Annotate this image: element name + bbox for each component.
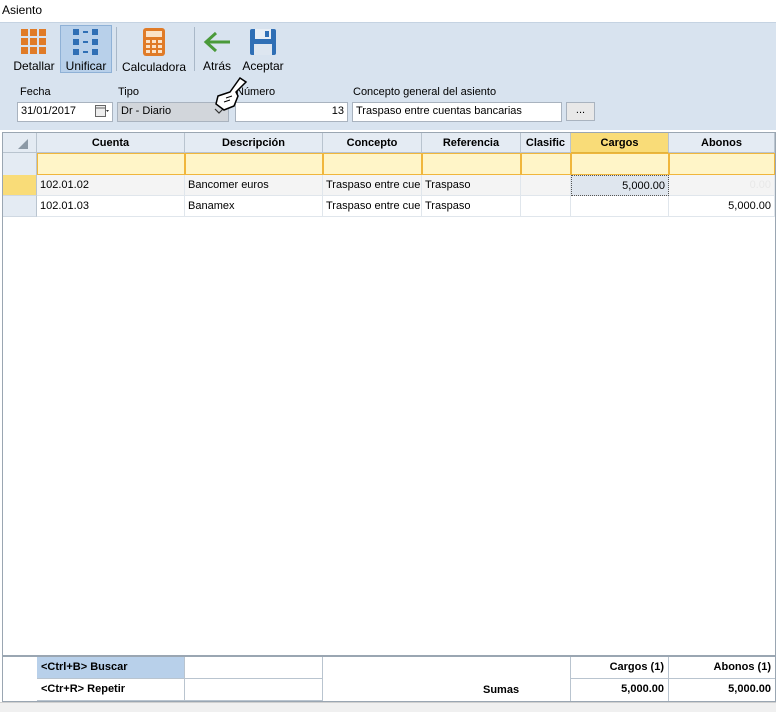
header-form: Fecha 31/01/2017 Tipo Dr - Diario Número… <box>0 74 776 130</box>
cell-descripcion[interactable]: Banamex <box>185 196 323 217</box>
row-selector[interactable] <box>3 196 37 217</box>
tipo-label: Tipo <box>118 86 139 98</box>
cell-clasific[interactable] <box>521 175 571 196</box>
sumas-area: Sumas <box>323 657 571 701</box>
col-abonos[interactable]: Abonos <box>669 133 775 153</box>
filter-cargos[interactable] <box>571 153 669 175</box>
calculadora-button[interactable]: Calculadora <box>120 25 188 74</box>
aceptar-label: Aceptar <box>242 59 284 73</box>
abonos-total: 5,000.00 <box>728 683 771 695</box>
abonos-total-header: Abonos (1) <box>669 657 775 679</box>
sumas-label: Sumas <box>483 684 520 696</box>
concepto-label: Concepto general del asiento <box>353 86 497 98</box>
save-disk-icon <box>248 27 278 56</box>
cargos-total: 5,000.00 <box>571 679 669 701</box>
col-descripcion[interactable]: Descripción <box>185 133 323 153</box>
cell-cuenta[interactable]: 102.01.03 <box>37 196 185 217</box>
toolbar: Detallar Unificar Calculadora Atrás Acep… <box>0 22 776 74</box>
cell-clasific[interactable] <box>521 196 571 217</box>
calculadora-label: Calculadora <box>121 60 187 74</box>
filter-cuenta[interactable] <box>37 153 185 175</box>
tipo-value: Dr - Diario <box>121 105 172 117</box>
col-referencia[interactable]: Referencia <box>422 133 521 153</box>
unificar-label: Unificar <box>65 59 107 73</box>
col-cuenta[interactable]: Cuenta <box>37 133 185 153</box>
col-concepto[interactable]: Concepto <box>323 133 422 153</box>
col-clasific[interactable]: Clasific <box>521 133 571 153</box>
cargos-total-header: Cargos (1) <box>571 657 669 679</box>
detallar-button[interactable]: Detallar <box>10 25 58 73</box>
fecha-field[interactable]: 31/01/2017 <box>17 102 113 122</box>
row-header-corner[interactable] <box>3 133 37 153</box>
row-selector[interactable] <box>3 175 37 196</box>
atras-label: Atrás <box>202 59 231 73</box>
cell-concepto[interactable]: Traspaso entre cuentas bancarias <box>323 196 422 217</box>
filter-row-marker <box>3 153 37 175</box>
grid-icon <box>19 27 49 56</box>
hand-cursor-icon <box>212 76 252 112</box>
fecha-value: 31/01/2017 <box>21 105 77 117</box>
cell-abonos[interactable]: 0.00 <box>669 175 775 196</box>
detallar-label: Detallar <box>13 59 55 73</box>
toolbar-separator <box>116 27 117 71</box>
filter-row <box>3 153 775 175</box>
toolbar-separator <box>194 27 195 71</box>
cell-abonos[interactable]: 5,000.00 <box>669 196 775 217</box>
calculator-icon <box>139 27 169 57</box>
cell-concepto[interactable]: Traspaso entre cuentas bancarias <box>323 175 422 196</box>
cell-cargos[interactable] <box>571 196 669 217</box>
filter-descripcion[interactable] <box>185 153 323 175</box>
unificar-button[interactable]: Unificar <box>60 25 112 73</box>
cell-referencia[interactable]: Traspaso <box>422 175 521 196</box>
concepto-field[interactable]: Traspaso entre cuentas bancarias <box>352 102 562 122</box>
totals-footer: <Ctrl+B> Buscar <Ctr+R> Repetir Sumas Ca… <box>2 656 776 702</box>
filter-abonos[interactable] <box>669 153 775 175</box>
filter-concepto[interactable] <box>323 153 422 175</box>
col-cargos[interactable]: Cargos <box>571 133 669 153</box>
fecha-label: Fecha <box>20 86 51 98</box>
repetir-shortcut[interactable]: <Ctr+R> Repetir <box>37 679 185 701</box>
entries-grid: Cuenta Descripción Concepto Referencia C… <box>2 132 776 656</box>
unify-grid-icon <box>71 28 101 56</box>
cell-referencia[interactable]: Traspaso <box>422 196 521 217</box>
cell-descripcion[interactable]: Bancomer euros <box>185 175 323 196</box>
atras-button[interactable]: Atrás <box>198 25 236 73</box>
calendar-icon[interactable] <box>95 105 109 121</box>
window-title: Asiento <box>2 3 43 17</box>
browse-button[interactable]: ... <box>566 102 595 121</box>
aceptar-button[interactable]: Aceptar <box>240 25 286 73</box>
filter-referencia[interactable] <box>422 153 521 175</box>
cell-cuenta[interactable]: 102.01.02 <box>37 175 185 196</box>
buscar-shortcut[interactable]: <Ctrl+B> Buscar <box>37 657 185 679</box>
footer-blank <box>185 679 323 701</box>
cell-cargos[interactable]: 5,000.00 <box>571 175 669 196</box>
footer-blank <box>185 657 323 679</box>
filter-clasific[interactable] <box>521 153 571 175</box>
arrow-left-icon <box>202 27 232 56</box>
horizontal-scrollbar[interactable] <box>0 702 776 712</box>
